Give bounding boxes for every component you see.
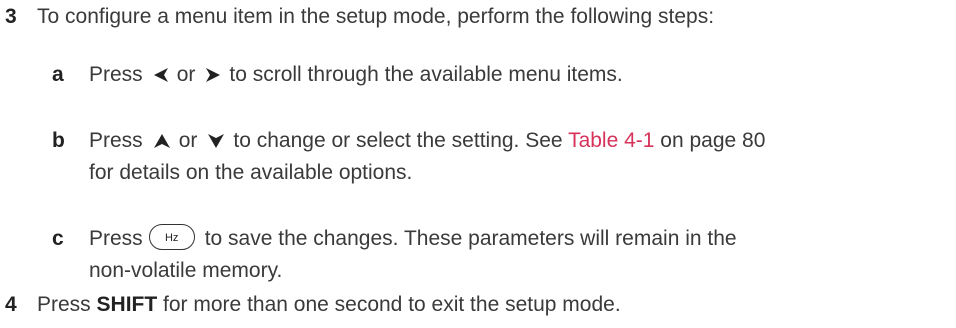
or-label: or: [178, 129, 198, 152]
right-arrow-key-icon: [205, 67, 221, 83]
shift-key-label: SHIFT: [96, 293, 158, 316]
step-a-rest: to scroll through the available menu ite…: [229, 63, 623, 86]
press-label: Press: [89, 63, 143, 86]
down-arrow-key-icon: [207, 133, 225, 149]
step-letter: a: [52, 63, 64, 86]
left-arrow-key-icon: [153, 67, 169, 83]
press-label: Press: [89, 129, 143, 152]
step-number: 4: [5, 293, 17, 316]
hz-key-icon: Hz: [148, 224, 195, 251]
step-b-rest2: on page 80: [660, 129, 766, 152]
press-label: Press: [89, 227, 143, 250]
step-b-line1: Press or to change or select the setting. …: [89, 124, 765, 158]
step-4-line: Press SHIFT for more than one second to …: [37, 288, 621, 322]
or-label: or: [176, 63, 196, 86]
step-a-line: Press or to scroll through the available m…: [89, 58, 623, 92]
step-b-rest: to change or select the setting. See: [233, 129, 563, 152]
step-c-rest: to save the changes. These parameters wi…: [204, 227, 737, 250]
step-letter: b: [52, 129, 65, 152]
table-link[interactable]: Table 4-1: [568, 129, 654, 152]
up-arrow-key-icon: [153, 133, 171, 149]
step-number: 3: [5, 5, 17, 28]
step-c-line1: Press Hz to save the changes. These parame…: [89, 222, 737, 256]
press-label: Press: [37, 293, 91, 316]
step-c-line2: non-volatile memory.: [89, 259, 283, 282]
step-text: To configure a menu item in the setup mo…: [37, 5, 715, 28]
step-4-rest: for more than one second to exit the set…: [163, 293, 621, 316]
step-letter: c: [52, 227, 64, 250]
step-b-line2: for details on the available options.: [89, 161, 413, 184]
